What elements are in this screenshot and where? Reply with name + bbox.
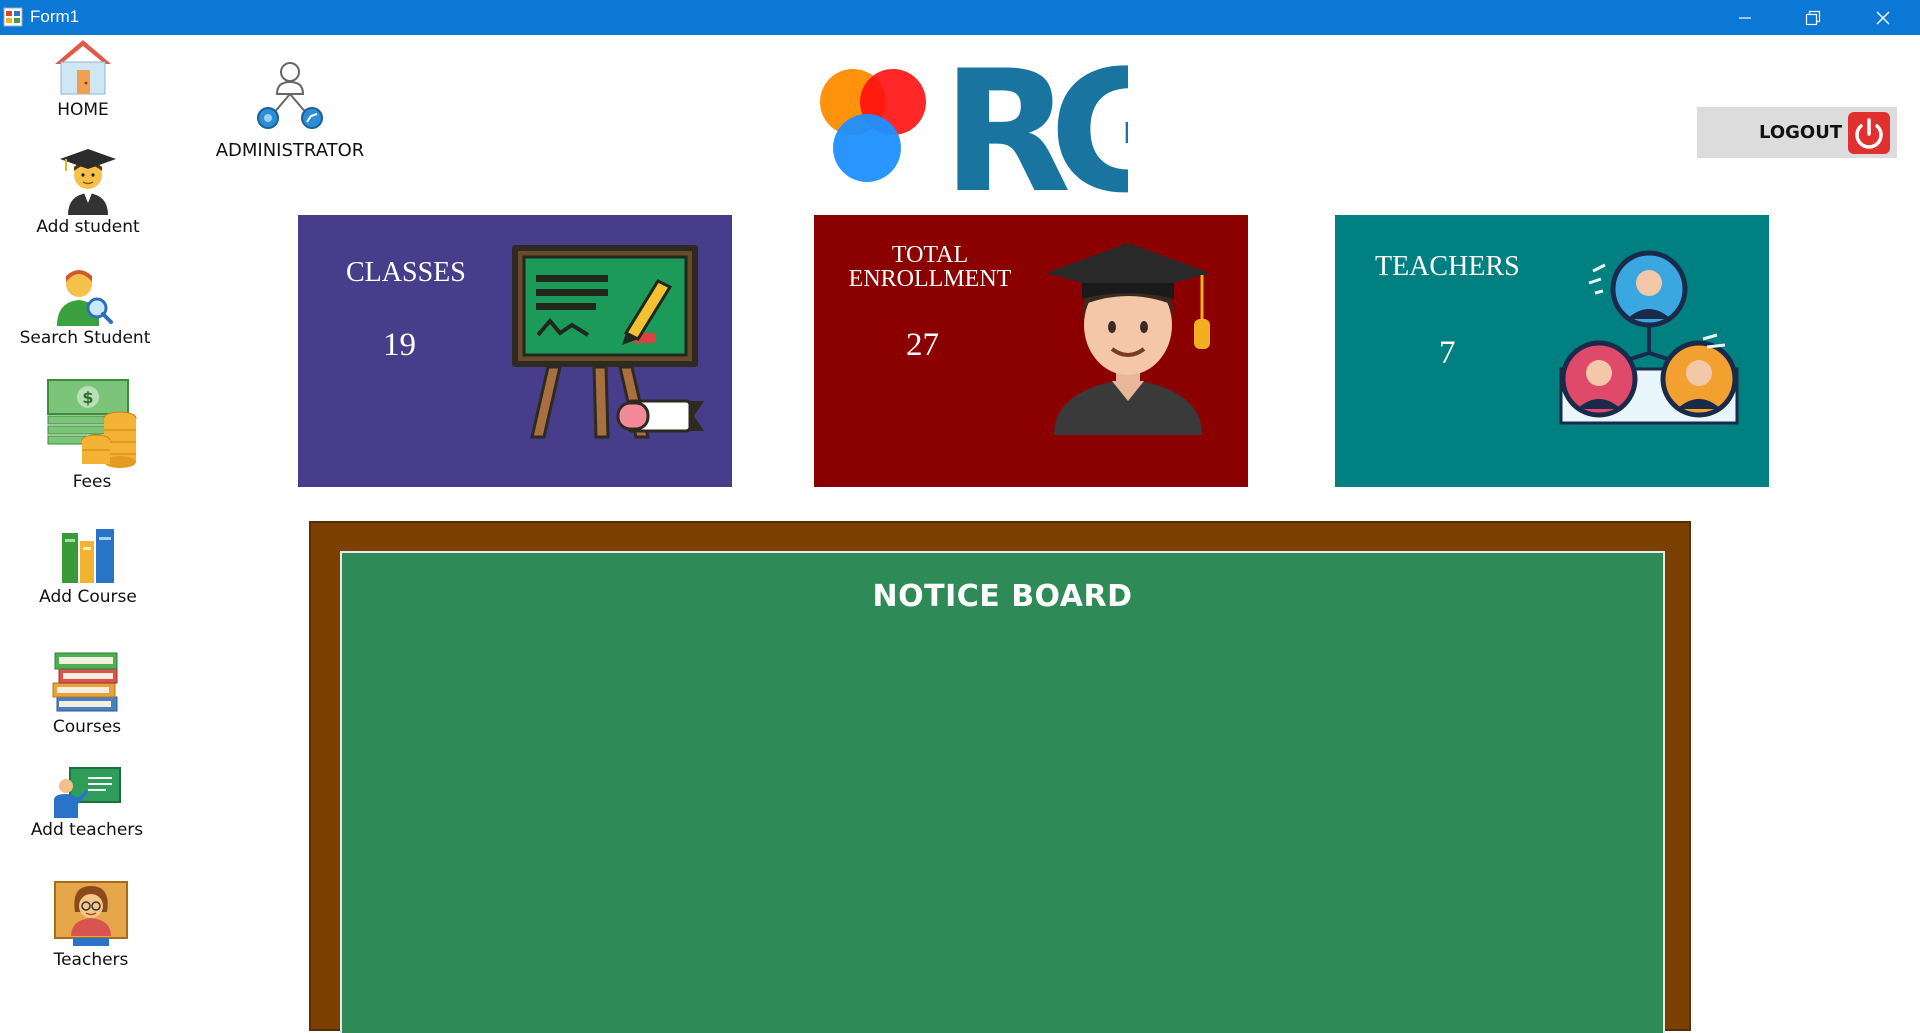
teachers-count: 7: [1439, 335, 1456, 371]
classes-count: 19: [383, 327, 416, 363]
window-title: Form1: [30, 7, 80, 26]
sidebar-item-label: Courses: [52, 717, 122, 737]
teachers-card[interactable]: TEACHERS 7: [1335, 215, 1769, 487]
sidebar-item-label: Add teachers: [30, 820, 144, 840]
books-shelf-icon: [62, 529, 114, 583]
svg-text:$: $: [82, 388, 93, 407]
power-icon: [1848, 112, 1890, 154]
logout-button[interactable]: LOGOUT: [1697, 107, 1897, 158]
book-stack-icon: [52, 652, 118, 712]
sidebar-item-label: Add Course: [39, 587, 137, 607]
administrator-label: ADMINISTRATOR: [215, 140, 365, 161]
notice-board-title: NOTICE BOARD: [872, 579, 1133, 614]
enrollment-card[interactable]: TOTAL ENROLLMENT 27: [814, 215, 1248, 487]
window-title-bar: Form1: [0, 0, 1920, 35]
classes-card[interactable]: CLASSES 19: [298, 215, 732, 487]
sidebar-item-label: HOME: [57, 100, 109, 120]
sidebar-item-courses[interactable]: Courses: [12, 645, 162, 737]
administrator-panel[interactable]: ADMINISTRATOR: [210, 58, 370, 161]
sidebar-item-home[interactable]: HOME: [8, 36, 158, 120]
enrollment-card-title: TOTAL ENROLLMENT: [848, 242, 1012, 292]
logo-text: RG: [942, 52, 1128, 198]
sidebar-item-add-student[interactable]: Add student: [13, 145, 163, 237]
chalkboard-easel-icon: [512, 245, 704, 439]
money-coins-icon: $: [47, 379, 137, 468]
sidebar-item-label: Add student: [36, 217, 140, 237]
sidebar-item-search-student[interactable]: Search Student: [10, 262, 160, 348]
logout-label: LOGOUT: [1759, 122, 1843, 143]
sidebar-item-add-teachers[interactable]: Add teachers: [12, 766, 162, 840]
search-person-icon: [57, 270, 113, 326]
sidebar-item-add-course[interactable]: Add Course: [13, 527, 163, 607]
teacher-avatar-icon: [54, 881, 128, 946]
restore-button[interactable]: [1778, 0, 1848, 35]
teacher-board-icon: [54, 767, 121, 818]
close-button[interactable]: [1848, 0, 1918, 35]
sidebar-item-label: Fees: [72, 472, 112, 492]
classes-card-title: CLASSES: [346, 257, 466, 288]
app-icon: [3, 7, 23, 27]
restore-icon: [1805, 10, 1821, 25]
house-icon: [55, 40, 111, 95]
enrollment-count: 27: [906, 327, 939, 363]
graduate-icon: [1046, 243, 1210, 435]
graduate-student-icon: [60, 149, 116, 215]
sidebar-item-fees[interactable]: $ Fees: [17, 378, 167, 492]
sidebar-item-label: Teachers: [53, 950, 129, 970]
teachers-card-title: TEACHERS: [1375, 251, 1520, 282]
minimize-button[interactable]: [1710, 0, 1780, 35]
app-logo: RG: [808, 34, 1197, 230]
minimize-icon: [1739, 16, 1751, 19]
admin-network-icon: [257, 62, 323, 129]
rg-logo-icon: RG: [820, 34, 1197, 230]
notice-board: NOTICE BOARD: [340, 551, 1665, 1033]
sidebar-item-teachers[interactable]: Teachers: [16, 878, 166, 970]
sidebar-item-label: Search Student: [19, 328, 151, 348]
team-network-icon: [1559, 250, 1739, 425]
close-icon: [1876, 11, 1890, 24]
